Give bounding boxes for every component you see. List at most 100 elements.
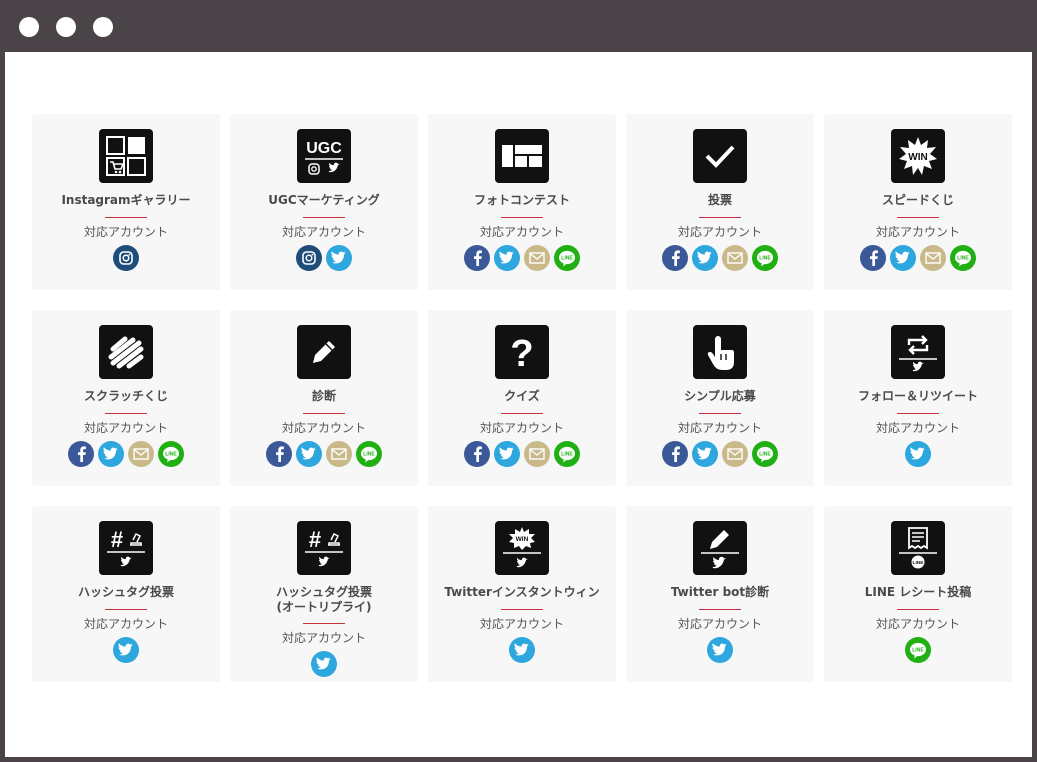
campaign-card-check[interactable]: 投票 対応アカウント LINE	[626, 114, 814, 290]
supported-accounts-label: 対応アカウント	[875, 225, 960, 239]
campaign-card-title: Twitterインスタントウィン	[444, 585, 600, 599]
hashtag-vote-icon: #	[99, 521, 153, 575]
check-icon	[693, 129, 747, 183]
campaign-card-hashtag-vote[interactable]: # ハッシュタグ投票 (オートリプライ) 対応アカウント	[230, 506, 418, 682]
campaign-card-gallery-cart[interactable]: Instagramギャラリー 対応アカウント	[32, 114, 220, 290]
campaign-card-photo-layout[interactable]: フォトコンテスト 対応アカウント LINE	[428, 114, 616, 290]
line-icon: LINE	[554, 441, 580, 467]
window-titlebar	[0, 0, 1037, 52]
supported-accounts-label: 対応アカウント	[83, 225, 168, 239]
instagram-icon	[113, 245, 139, 271]
facebook-icon	[662, 245, 688, 271]
window-close-button[interactable]	[19, 17, 39, 37]
supported-accounts-list: LINE	[464, 245, 580, 271]
title-underline	[303, 623, 345, 624]
campaign-card-pencil[interactable]: 診断 対応アカウント LINE	[230, 310, 418, 486]
svg-text:WIN: WIN	[516, 536, 529, 543]
campaign-card-title: クイズ	[504, 389, 540, 403]
supported-accounts-list: LINE	[266, 441, 382, 467]
supported-accounts-list: LINE	[68, 441, 184, 467]
window-minimize-button[interactable]	[56, 17, 76, 37]
svg-text:LINE: LINE	[912, 647, 924, 653]
title-underline	[501, 413, 543, 414]
twitter-icon	[509, 637, 535, 663]
twitter-icon	[692, 441, 718, 467]
question-icon: ?	[495, 325, 549, 379]
supported-accounts-list: LINE	[860, 245, 976, 271]
campaign-card-twitter-win[interactable]: WIN Twitterインスタントウィン 対応アカウント	[428, 506, 616, 682]
campaign-card-title: ハッシュタグ投票	[77, 585, 174, 599]
campaign-card-retweet[interactable]: フォロー＆リツイート 対応アカウント	[824, 310, 1012, 486]
line-icon: LINE	[356, 441, 382, 467]
twitter-icon	[905, 441, 931, 467]
svg-text:#: #	[111, 527, 123, 552]
supported-accounts-label: 対応アカウント	[677, 421, 762, 435]
twitter-icon	[311, 651, 337, 677]
supported-accounts-label: 対応アカウント	[281, 631, 366, 645]
twitter-icon	[113, 637, 139, 663]
campaign-card-line-receipt[interactable]: LINE LINE レシート投稿 対応アカウント LINE	[824, 506, 1012, 682]
campaign-card-title: Twitter bot診断	[670, 585, 770, 599]
campaign-card-title: シンプル応募	[684, 389, 756, 403]
campaign-card-title: フォロー＆リツイート	[857, 389, 978, 403]
svg-text:LINE: LINE	[363, 451, 375, 457]
campaign-card-tap[interactable]: シンプル応募 対応アカウント LINE	[626, 310, 814, 486]
campaign-card-question[interactable]: ? クイズ 対応アカウント LINE	[428, 310, 616, 486]
title-underline	[699, 217, 741, 218]
campaign-card-ugc[interactable]: UGC UGCマーケティング 対応アカウント	[230, 114, 418, 290]
title-underline	[105, 217, 147, 218]
svg-text:LINE: LINE	[561, 255, 573, 261]
title-underline	[699, 413, 741, 414]
supported-accounts-list	[905, 441, 931, 467]
facebook-icon	[464, 245, 490, 271]
campaign-card-scribble[interactable]: スクラッチくじ 対応アカウント LINE	[32, 310, 220, 486]
svg-text:LINE: LINE	[561, 451, 573, 457]
tap-icon	[693, 325, 747, 379]
twitter-icon	[326, 245, 352, 271]
campaign-card-title: Instagramギャラリー	[61, 193, 191, 207]
supported-accounts-list	[707, 637, 733, 663]
campaign-card-hashtag-vote[interactable]: # ハッシュタグ投票 対応アカウント	[32, 506, 220, 682]
supported-accounts-label: 対応アカウント	[677, 225, 762, 239]
supported-accounts-list	[509, 637, 535, 663]
supported-accounts-label: 対応アカウント	[281, 225, 366, 239]
title-underline	[897, 413, 939, 414]
line-receipt-icon: LINE	[891, 521, 945, 575]
gallery-cart-icon	[99, 129, 153, 183]
twitter-icon	[296, 441, 322, 467]
line-icon: LINE	[158, 441, 184, 467]
svg-text:?: ?	[510, 333, 533, 372]
window-maximize-button[interactable]	[93, 17, 113, 37]
scribble-icon	[99, 325, 153, 379]
twitter-win-icon: WIN	[495, 521, 549, 575]
campaign-card-title: UGCマーケティング	[268, 193, 380, 207]
supported-accounts-list	[311, 651, 337, 677]
mail-icon	[920, 245, 946, 271]
supported-accounts-list	[113, 245, 139, 271]
supported-accounts-label: 対応アカウント	[479, 617, 564, 631]
retweet-icon	[891, 325, 945, 379]
campaign-card-twitter-pencil[interactable]: Twitter bot診断 対応アカウント	[626, 506, 814, 682]
supported-accounts-label: 対応アカウント	[875, 617, 960, 631]
title-underline	[303, 413, 345, 414]
line-icon: LINE	[752, 441, 778, 467]
line-icon: LINE	[905, 637, 931, 663]
campaign-card-title: 投票	[707, 193, 732, 207]
svg-text:#: #	[309, 527, 321, 552]
supported-accounts-label: 対応アカウント	[83, 421, 168, 435]
campaign-card-win-burst[interactable]: WIN スピードくじ 対応アカウント LINE	[824, 114, 1012, 290]
win-burst-icon: WIN	[891, 129, 945, 183]
supported-accounts-list: LINE	[905, 637, 931, 663]
campaign-card-title: フォトコンテスト	[473, 193, 570, 207]
svg-text:LINE: LINE	[759, 255, 771, 261]
title-underline	[699, 609, 741, 610]
pencil-icon	[297, 325, 351, 379]
supported-accounts-list: LINE	[662, 245, 778, 271]
title-underline	[501, 217, 543, 218]
title-underline	[897, 609, 939, 610]
campaign-card-title: スピードくじ	[881, 193, 954, 207]
svg-text:LINE: LINE	[759, 451, 771, 457]
facebook-icon	[860, 245, 886, 271]
supported-accounts-label: 対応アカウント	[479, 225, 564, 239]
title-underline	[303, 217, 345, 218]
